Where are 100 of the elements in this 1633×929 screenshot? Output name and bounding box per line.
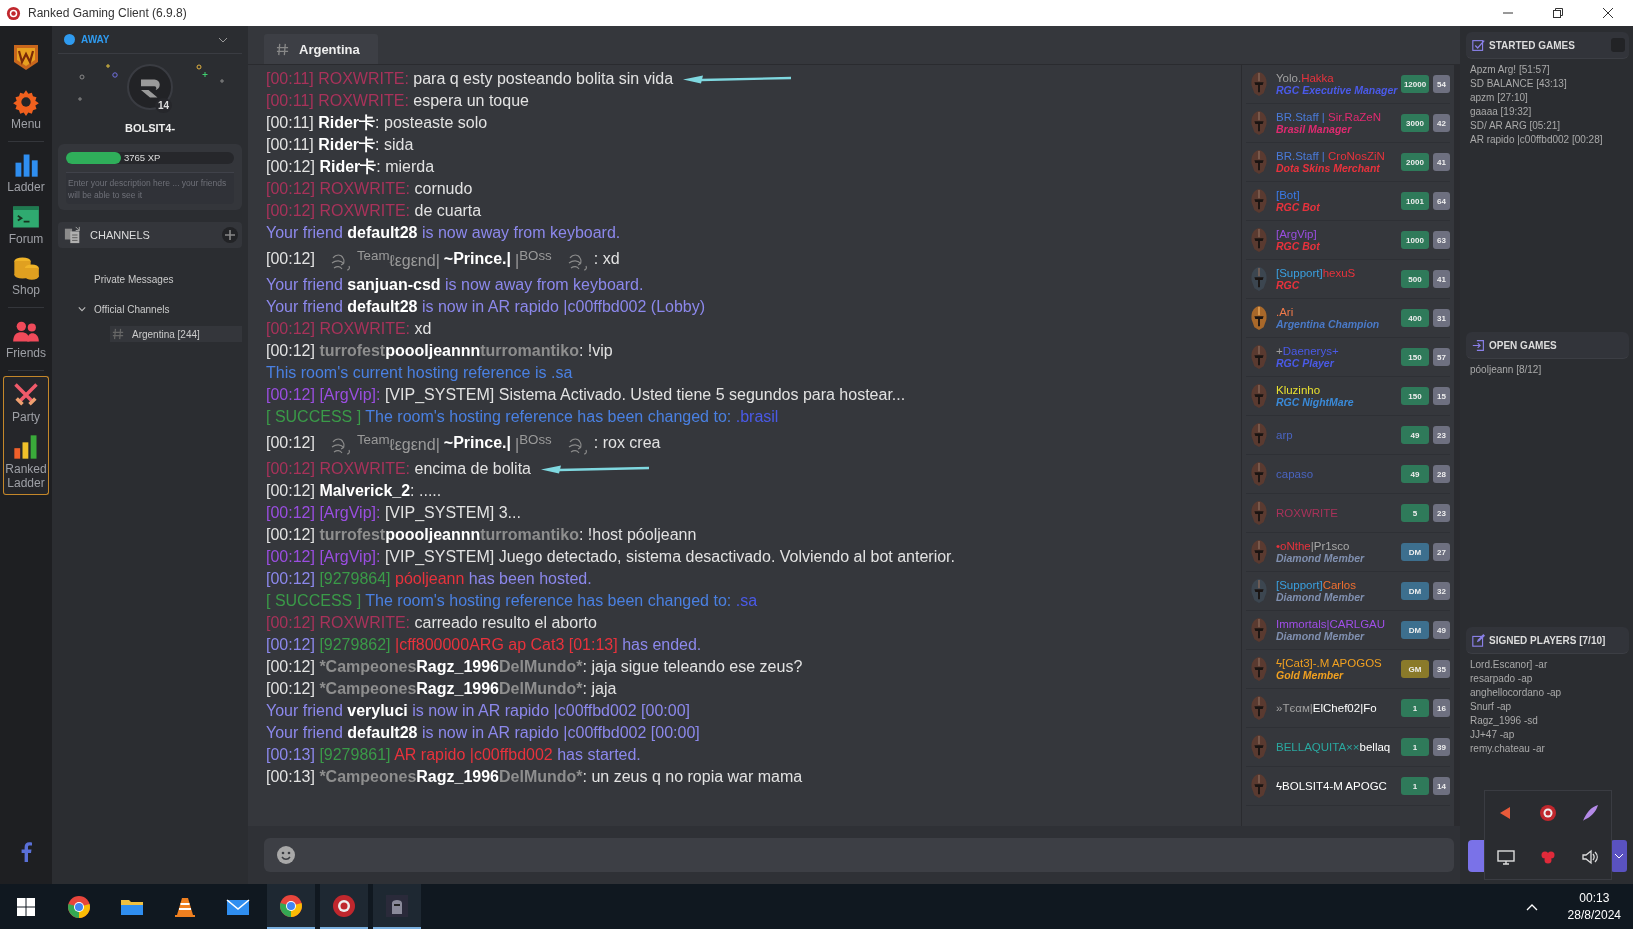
volume-icon[interactable] [1580, 847, 1600, 867]
chat-text: $^{Team}$ℓεgεnd| [356, 431, 440, 455]
user-row[interactable]: BELLAQUITA××bellaq 1 39 [1246, 728, 1450, 767]
channels-icon [64, 226, 82, 244]
game-item[interactable]: SD BALANCE [43:13] [1466, 77, 1629, 91]
chat-message: [00:12] ROXWRITE: cornudo [266, 180, 473, 198]
nav-item[interactable]: Friends [4, 313, 48, 365]
chat-text: [00:12] [266, 434, 315, 452]
game-item[interactable]: SD/ AR ARG [05:21] [1466, 119, 1629, 133]
user-name: BELLAQUITA××bellaq [1276, 741, 1392, 753]
game-item[interactable]: apzm [27:10] [1466, 91, 1629, 105]
points-badge: GM [1401, 660, 1429, 678]
close-icon [1603, 8, 1613, 18]
user-row[interactable]: arp 49 23 [1246, 416, 1450, 455]
channel-group[interactable]: Official Channels [94, 303, 170, 315]
chat-message: [00:12] [9279864] póoljeann has been hosted. [266, 570, 592, 588]
user-title: RGC Bot [1276, 201, 1321, 213]
user-row[interactable]: [Bot] RGC Bot 1001 64 [1246, 182, 1450, 221]
chat-message: [00:12] [9279862] |cff800000ARG ap Cat3 [01:13] has ended. [266, 636, 702, 654]
chat-message: Your friend sanjuan-csd is now away from keyboard. [266, 276, 644, 294]
channel-group[interactable]: Private Messages [94, 273, 174, 285]
user-row[interactable]: BR.Staff | CroNosZiN Dota Skins Merchant 2000 41 [1246, 143, 1450, 182]
message-field[interactable] [264, 838, 1454, 872]
taskbar-app[interactable] [267, 884, 315, 929]
add-channel-button[interactable] [222, 227, 238, 243]
game-icon [385, 893, 409, 918]
user-row[interactable]: [Support]Carlos Diamond Member DM 32 [1246, 572, 1450, 611]
level-badge: 63 [1433, 231, 1450, 249]
user-row[interactable]: ϟBOLSIT4-M APOGC 1 14 [1246, 767, 1450, 806]
player-item: anghellocordano -ap [1469, 686, 1563, 700]
chat-message: [ SUCCESS ] The room's hosting reference has been changed to: .sa [266, 592, 758, 610]
nav-item[interactable]: Party [3, 376, 49, 429]
player-item: JJ+47 -ap [1469, 728, 1516, 742]
user-title: Diamond Member [1276, 630, 1366, 642]
chat-text: [00:12] [266, 250, 315, 268]
chat-text: : xd [593, 250, 620, 268]
user-name: ϟ[Cat3]-.M APOGOS [1276, 657, 1383, 669]
hash-icon [276, 42, 289, 56]
app-logo-icon[interactable] [1538, 803, 1558, 823]
user-name: Kluzinho [1276, 384, 1322, 396]
monitor-icon[interactable] [1496, 847, 1516, 867]
channels-title: CHANNELS [90, 229, 150, 241]
user-row[interactable]: [ArgVip] RGC Bot 1000 63 [1246, 221, 1450, 260]
nav-item[interactable]: Shop [4, 250, 48, 303]
user-name: arp [1276, 429, 1294, 441]
points-badge: 400 [1401, 309, 1429, 327]
nav-item[interactable]: Ranked Ladder [3, 428, 49, 496]
user-row[interactable]: [Support]hexuS RGC 500 41 [1246, 260, 1450, 299]
game-logo-icon[interactable] [11, 42, 41, 72]
user-row[interactable]: Immortals|CARLGAU Diamond Member DM 49 [1246, 611, 1450, 650]
clock-date[interactable]: 28/8/2024 [1567, 906, 1621, 924]
user-row[interactable]: ϟ[Cat3]-.M APOGOS Gold Member GM 35 [1246, 650, 1450, 689]
channel-item[interactable]: Argentina [244] [110, 326, 242, 342]
taskbar-app[interactable] [320, 884, 368, 929]
user-row[interactable]: »Tєαм|ElChef02|Fo 1 16 [1246, 689, 1450, 728]
chat-text: $^{Team}$ℓεgεnd| [356, 247, 440, 271]
player-item: Snurf -ap [1469, 700, 1513, 714]
windows-start-icon[interactable] [16, 896, 36, 917]
user-row[interactable]: BR.Staff | Sir.RaZeN Brasil Manager 3000 42 [1246, 104, 1450, 143]
facebook-icon[interactable] [20, 842, 32, 862]
feather-icon[interactable] [1580, 803, 1600, 823]
emoji-icon[interactable] [276, 845, 296, 865]
chevron-down-icon[interactable] [218, 36, 228, 43]
user-row[interactable]: ROXWRITE 5 23 [1246, 494, 1450, 533]
game-item[interactable]: AR rapido |c00ffbd002 [00:28] [1466, 133, 1629, 147]
chevron-up-icon[interactable] [1525, 902, 1538, 911]
user-name: »Tєαм|ElChef02|Fo [1276, 702, 1378, 714]
channel-tab[interactable]: Argentina [264, 34, 378, 64]
gear-icon [12, 88, 40, 116]
app-logo-icon [6, 5, 21, 21]
user-row[interactable]: Kluzinho RGC NightMare 150 15 [1246, 377, 1450, 416]
level-badge: 27 [1433, 543, 1450, 561]
chevron-icon[interactable] [78, 306, 86, 312]
user-row[interactable]: +Daenerys+ RGC Player 150 57 [1246, 338, 1450, 377]
chat-text: : rox crea [593, 434, 661, 452]
game-item[interactable]: gaaaa [19:32] [1466, 105, 1629, 119]
user-name: ϟBOLSIT4-M APOGC [1276, 780, 1388, 792]
nav-item[interactable]: Ladder [4, 146, 48, 199]
nav-item[interactable]: Menu [4, 84, 48, 136]
points-badge: 1 [1401, 777, 1429, 795]
player-item: Ragz_1996 -sd [1469, 714, 1539, 728]
taskbar-app[interactable] [373, 884, 421, 929]
status-label[interactable]: AWAY [81, 34, 110, 45]
user-row[interactable]: •oNthe|Pr1sco Diamond Member DM 27 [1246, 533, 1450, 572]
hash-icon [112, 328, 124, 340]
checkbox-icon [1472, 38, 1485, 52]
points-badge: 12000 [1401, 75, 1429, 93]
user-row[interactable]: .Ari Argentina Champion 400 31 [1246, 299, 1450, 338]
points-badge: 49 [1401, 426, 1429, 444]
browser-icon [279, 893, 303, 918]
user-row[interactable]: capaso 49 28 [1246, 455, 1450, 494]
user-title: RGC Player [1276, 357, 1336, 369]
nav-item[interactable]: Forum [4, 198, 48, 251]
points-badge: 3000 [1401, 114, 1429, 132]
points-badge: 150 [1401, 387, 1429, 405]
level-badge: 64 [1433, 192, 1450, 210]
game-item[interactable]: póoljeann [8/12] [1466, 363, 1629, 377]
game-item[interactable]: Apzm Arg! [51:57] [1466, 63, 1629, 77]
clock-time[interactable]: 00:13 [1579, 889, 1610, 907]
section-title: SIGNED PLAYERS [7/10] [1489, 634, 1606, 646]
